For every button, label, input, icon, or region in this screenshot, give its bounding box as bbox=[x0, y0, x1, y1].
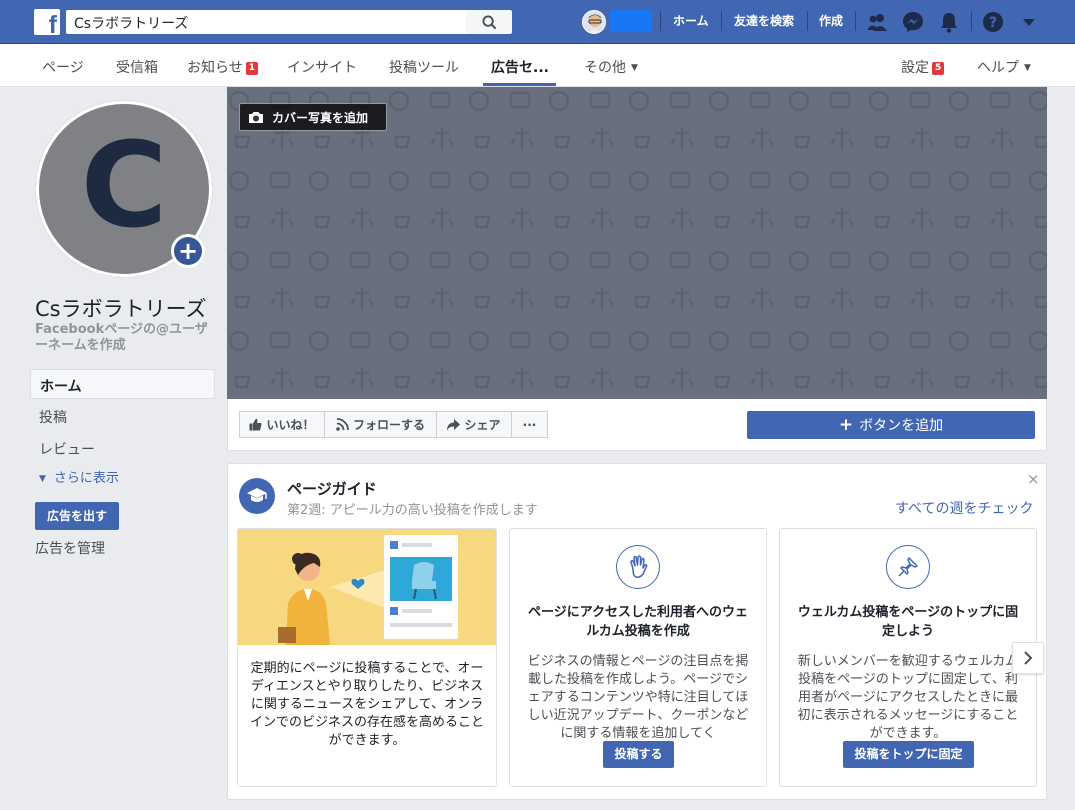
follow-button[interactable]: フォローする bbox=[324, 411, 437, 438]
tab-inbox[interactable]: 受信箱 bbox=[116, 57, 158, 77]
search-button[interactable] bbox=[466, 10, 512, 34]
share-label: シェア bbox=[464, 418, 501, 432]
next-card-button[interactable] bbox=[1012, 642, 1044, 674]
chevron-down-icon: ▼ bbox=[39, 474, 46, 484]
more-actions-button[interactable]: ··· bbox=[511, 411, 548, 438]
guide-card-pin-body: 新しいメンバーを歓迎するウェルカム投稿をページのトップに固定して、利用者がページ… bbox=[797, 654, 1019, 739]
user-name-redacted[interactable] bbox=[610, 10, 652, 32]
add-button-label: ボタンを追加 bbox=[859, 418, 944, 434]
add-profile-photo-button[interactable]: + bbox=[171, 234, 205, 268]
camera-icon bbox=[249, 111, 263, 123]
guide-card-welcome-body: ビジネスの情報とページの注目点を掲載した投稿を作成しよう。ページでシェアするコン… bbox=[527, 654, 749, 739]
follow-label: フォローする bbox=[352, 418, 425, 432]
active-tab-indicator bbox=[483, 83, 556, 86]
svg-text:?: ? bbox=[989, 15, 997, 31]
caret-down-icon: ▼ bbox=[1024, 63, 1031, 73]
close-icon[interactable]: × bbox=[1027, 470, 1040, 488]
sidebar-item-posts[interactable]: 投稿 bbox=[30, 401, 215, 431]
check-all-weeks-link[interactable]: すべての週をチェック bbox=[895, 498, 1033, 518]
guide-card-welcome-post: ページにアクセスした利用者へのウェルカム投稿を作成 ビジネスの情報とページの注目… bbox=[509, 528, 767, 787]
divider bbox=[721, 11, 722, 31]
nav-find-friends-link[interactable]: 友達を検索 bbox=[734, 12, 794, 29]
cover-pattern bbox=[227, 87, 1047, 399]
nav-home-link[interactable]: ホーム bbox=[673, 12, 709, 29]
tab-insights[interactable]: インサイト bbox=[287, 57, 357, 77]
divider bbox=[855, 11, 856, 31]
share-button[interactable]: シェア bbox=[436, 411, 512, 438]
tab-notifications[interactable]: お知らせ 1 bbox=[187, 57, 258, 77]
page-guide-title: ページガイド bbox=[287, 480, 377, 498]
page-guide-subtitle: 第2週: アピール力の高い投稿を作成します bbox=[287, 503, 538, 518]
notifications-icon[interactable] bbox=[937, 10, 961, 34]
add-button-button[interactable]: + ボタンを追加 bbox=[747, 411, 1035, 439]
profile-letter: C bbox=[80, 116, 168, 254]
notifications-badge: 1 bbox=[245, 62, 258, 75]
facebook-logo-icon[interactable]: f bbox=[34, 9, 60, 38]
chevron-right-icon bbox=[1024, 651, 1033, 665]
rss-icon bbox=[336, 418, 349, 431]
tab-settings[interactable]: 設定 5 bbox=[901, 57, 945, 77]
plus-icon: + bbox=[174, 237, 202, 265]
tab-page[interactable]: ページ bbox=[42, 57, 84, 77]
thumbs-up-icon bbox=[249, 418, 262, 431]
like-button[interactable]: いいね！ bbox=[239, 411, 325, 438]
tab-notifications-label: お知らせ bbox=[187, 60, 243, 76]
manage-ads-link[interactable]: 広告を管理 bbox=[35, 538, 105, 558]
tab-help-label: ヘルプ bbox=[977, 60, 1019, 76]
tab-publishing-tools[interactable]: 投稿ツール bbox=[389, 57, 459, 77]
tab-settings-label: 設定 bbox=[901, 60, 929, 76]
show-more-link[interactable]: ▼ さらに表示 bbox=[39, 467, 119, 486]
divider bbox=[807, 11, 808, 31]
sidebar-item-home[interactable]: ホーム bbox=[30, 369, 215, 399]
help-icon[interactable]: ? bbox=[981, 10, 1005, 34]
create-username-link[interactable]: Facebookページの@ユーザーネームを作成 bbox=[35, 322, 215, 354]
caret-down-icon: ▼ bbox=[631, 63, 638, 73]
graduation-cap-icon bbox=[239, 478, 275, 514]
promote-button[interactable]: 広告を出す bbox=[35, 502, 119, 530]
guide-card-welcome-title: ページにアクセスした利用者へのウェルカム投稿を作成 bbox=[527, 605, 749, 639]
pin-icon bbox=[886, 545, 930, 589]
more-actions-label: ··· bbox=[522, 417, 537, 432]
account-menu-icon[interactable] bbox=[1017, 10, 1041, 34]
top-bar: f Csラボラトリーズ ホーム 友達を検索 作成 ? bbox=[0, 0, 1075, 44]
sidebar-item-reviews[interactable]: レビュー bbox=[30, 433, 215, 463]
add-cover-photo-label: カバー写真を追加 bbox=[272, 110, 369, 125]
guide-card-pin-title: ウェルカム投稿をページのトップに固定しよう bbox=[797, 605, 1019, 639]
nav-create-link[interactable]: 作成 bbox=[819, 12, 843, 29]
page-name[interactable]: Csラボラトリーズ bbox=[35, 293, 207, 323]
page-nav-bar: ページ 受信箱 お知らせ 1 インサイト 投稿ツール 広告セ... その他 ▼ 設定… bbox=[0, 44, 1075, 87]
tab-more[interactable]: その他 ▼ bbox=[584, 57, 638, 77]
person-with-phone-illustration bbox=[238, 529, 496, 645]
tab-help[interactable]: ヘルプ ▼ bbox=[977, 57, 1031, 77]
guide-card-intro: 定期的にページに投稿することで、オーディエンスとやり取りしたり、ビジネスに関する… bbox=[237, 528, 497, 787]
friend-requests-icon[interactable] bbox=[865, 10, 889, 34]
like-label: いいね！ bbox=[266, 418, 315, 432]
pin-to-top-button[interactable]: 投稿をトップに固定 bbox=[843, 741, 974, 768]
user-avatar[interactable] bbox=[582, 10, 606, 34]
settings-badge: 5 bbox=[932, 62, 945, 75]
divider bbox=[971, 11, 972, 31]
messenger-icon[interactable] bbox=[901, 10, 925, 34]
share-arrow-icon bbox=[447, 418, 461, 431]
create-post-button[interactable]: 投稿する bbox=[603, 741, 674, 768]
divider bbox=[660, 11, 661, 31]
guide-intro-text: 定期的にページに投稿することで、オーディエンスとやり取りしたり、ビジネスに関する… bbox=[249, 661, 484, 748]
cover-photo-area[interactable] bbox=[227, 87, 1047, 399]
tab-more-label: その他 bbox=[584, 60, 626, 76]
tab-ad-center[interactable]: 広告セ... bbox=[491, 57, 549, 77]
guide-card-pin-post: ウェルカム投稿をページのトップに固定しよう 新しいメンバーを歓迎するウェルカム投… bbox=[779, 528, 1037, 787]
add-cover-photo-button[interactable]: カバー写真を追加 bbox=[239, 103, 387, 131]
search-input[interactable]: Csラボラトリーズ bbox=[66, 10, 466, 34]
waving-hand-icon bbox=[616, 545, 660, 589]
plus-icon: + bbox=[838, 415, 854, 435]
search-icon bbox=[481, 14, 496, 29]
show-more-label: さらに表示 bbox=[53, 471, 119, 486]
